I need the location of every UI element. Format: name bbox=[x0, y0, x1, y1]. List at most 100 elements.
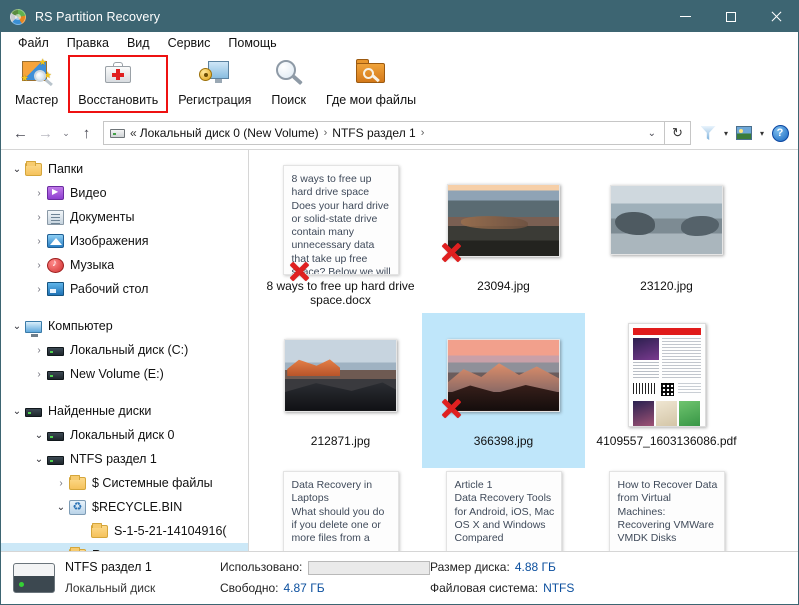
file-item[interactable]: How to Recover Data from Virtual Machine… bbox=[585, 468, 748, 551]
help-button[interactable]: ? bbox=[769, 121, 791, 145]
images-icon bbox=[47, 234, 64, 248]
content-area: ⌄ Папки › Видео › Документы › Изображени… bbox=[1, 149, 798, 551]
chevron-down-icon[interactable]: ⌄ bbox=[9, 406, 25, 417]
filter-button[interactable] bbox=[697, 121, 719, 145]
view-mode-button[interactable] bbox=[733, 121, 755, 145]
wizard-button[interactable]: ★ ★ ★ Мастер bbox=[5, 55, 68, 113]
menu-item-view[interactable]: Вид bbox=[118, 33, 159, 54]
sidebar-item-label: Локальный диск 0 bbox=[70, 428, 175, 442]
chevron-down-icon[interactable]: ⌄ bbox=[53, 502, 69, 513]
where-my-files-button[interactable]: Где мои файлы bbox=[316, 55, 426, 113]
menu-item-file[interactable]: Файл bbox=[9, 33, 58, 54]
menu-item-help[interactable]: Помощь bbox=[219, 33, 285, 54]
maximize-button[interactable] bbox=[708, 1, 753, 32]
chevron-right-icon[interactable]: › bbox=[31, 369, 47, 380]
history-dropdown-button[interactable]: ⌄ bbox=[58, 120, 74, 146]
registration-button[interactable]: Регистрация bbox=[168, 55, 261, 113]
sidebar-item-label: Документы bbox=[70, 210, 135, 224]
up-button[interactable]: ↑ bbox=[74, 120, 99, 146]
sidebar-item-recovery[interactable]: › Recovery bbox=[1, 543, 248, 551]
hdd-icon bbox=[47, 432, 64, 441]
file-item[interactable]: 23120.jpg bbox=[585, 158, 748, 313]
sidebar-item-recycle-bin[interactable]: ⌄ $RECYCLE.BIN bbox=[1, 495, 248, 519]
chevron-right-icon[interactable]: › bbox=[31, 345, 47, 356]
breadcrumb-item-disk[interactable]: Локальный диск 0 (New Volume) bbox=[140, 126, 319, 140]
status-fs-label: Файловая система: bbox=[430, 581, 539, 595]
refresh-button[interactable]: ↻ bbox=[665, 121, 691, 145]
menu-item-service[interactable]: Сервис bbox=[159, 33, 220, 54]
chevron-down-icon[interactable]: ⌄ bbox=[9, 164, 25, 175]
magnifier-icon bbox=[272, 58, 306, 90]
sidebar-item-computer[interactable]: ⌄ Компьютер bbox=[1, 314, 248, 338]
search-button[interactable]: Поиск bbox=[261, 55, 316, 113]
sidebar-item-documents[interactable]: › Документы bbox=[1, 205, 248, 229]
sidebar-item-new-volume-e[interactable]: › New Volume (E:) bbox=[1, 362, 248, 386]
sidebar-item-local-disk-c[interactable]: › Локальный диск (C:) bbox=[1, 338, 248, 362]
sidebar-item-images[interactable]: › Изображения bbox=[1, 229, 248, 253]
close-button[interactable] bbox=[753, 1, 798, 32]
address-dropdown-icon[interactable]: ⌄ bbox=[642, 128, 662, 139]
chevron-right-icon[interactable]: › bbox=[31, 212, 47, 223]
breadcrumb-item-partition[interactable]: NTFS раздел 1 bbox=[332, 126, 415, 140]
status-volume-name: NTFS раздел 1 bbox=[65, 560, 152, 574]
chevron-right-icon[interactable]: › bbox=[31, 188, 47, 199]
file-item[interactable]: 8 ways to free up hard drive space Does … bbox=[259, 158, 422, 313]
file-list-pane[interactable]: 8 ways to free up hard drive space Does … bbox=[249, 150, 798, 551]
sidebar-tree[interactable]: ⌄ Папки › Видео › Документы › Изображени… bbox=[1, 150, 249, 551]
status-size-row: Размер диска: 4.88 ГБ bbox=[430, 557, 670, 578]
usage-progress-bar bbox=[308, 560, 430, 575]
chevron-right-icon[interactable]: › bbox=[53, 478, 69, 489]
sidebar-item-system-files[interactable]: › $ Системные файлы bbox=[1, 471, 248, 495]
sidebar-item-found-disks[interactable]: ⌄ Найденные диски bbox=[1, 399, 248, 423]
status-volume-type: Локальный диск bbox=[65, 581, 156, 595]
file-item[interactable]: 212871.jpg bbox=[259, 313, 422, 468]
menu-item-edit[interactable]: Правка bbox=[58, 33, 118, 54]
view-mode-icon bbox=[736, 126, 752, 140]
file-item[interactable]: Article 1 Data Recovery Tools for Androi… bbox=[422, 468, 585, 551]
app-logo-icon bbox=[10, 8, 26, 25]
minimize-button[interactable] bbox=[663, 1, 708, 32]
status-free-value: 4.87 ГБ bbox=[283, 581, 325, 595]
recover-button[interactable]: Восстановить bbox=[68, 55, 169, 113]
sidebar-item-label: NTFS раздел 1 bbox=[70, 452, 157, 466]
file-item[interactable]: 23094.jpg bbox=[422, 158, 585, 313]
document-preview: How to Recover Data from Virtual Machine… bbox=[608, 471, 725, 551]
sidebar-item-local-disk-0[interactable]: ⌄ Локальный диск 0 bbox=[1, 423, 248, 447]
status-free-label: Свободно: bbox=[220, 581, 279, 595]
sidebar-item-label: $RECYCLE.BIN bbox=[92, 500, 183, 514]
sidebar-item-folders[interactable]: ⌄ Папки bbox=[1, 157, 248, 181]
view-mode-dropdown-button[interactable]: ▾ bbox=[755, 121, 769, 145]
file-item[interactable]: Data Recovery in Laptops What should you… bbox=[259, 468, 422, 551]
file-item-selected[interactable]: 366398.jpg bbox=[422, 313, 585, 468]
forward-button[interactable]: → bbox=[33, 120, 58, 146]
sidebar-item-label: Найденные диски bbox=[48, 404, 152, 418]
search-button-label: Поиск bbox=[271, 93, 307, 107]
address-bar-tools: ▾ ▾ ? bbox=[697, 121, 791, 145]
funnel-icon bbox=[700, 126, 716, 140]
chevron-right-icon[interactable]: › bbox=[31, 284, 47, 295]
back-button[interactable]: ← bbox=[8, 120, 33, 146]
status-used-label: Использовано: bbox=[220, 560, 303, 574]
title-bar: RS Partition Recovery bbox=[1, 1, 798, 32]
filter-dropdown-button[interactable]: ▾ bbox=[719, 121, 733, 145]
sidebar-item-ntfs-partition-1[interactable]: ⌄ NTFS раздел 1 bbox=[1, 447, 248, 471]
file-name: 8 ways to free up hard drive space.docx bbox=[266, 279, 415, 307]
sidebar-item-music[interactable]: › Музыка bbox=[1, 253, 248, 277]
registration-button-label: Регистрация bbox=[178, 93, 252, 107]
file-item[interactable]: 4109557_1603136086.pdf bbox=[585, 313, 748, 468]
chevron-down-icon[interactable]: ⌄ bbox=[31, 430, 47, 441]
chevron-right-icon[interactable]: › bbox=[31, 260, 47, 271]
thumbnail: Article 1 Data Recovery Tools for Androi… bbox=[422, 471, 585, 551]
sidebar-item-sid-folder[interactable]: › S-1-5-21-14104916( bbox=[1, 519, 248, 543]
sidebar-item-desktop[interactable]: › Рабочий стол bbox=[1, 277, 248, 301]
chevron-down-icon[interactable]: ⌄ bbox=[9, 321, 25, 332]
sidebar-item-label: Компьютер bbox=[48, 319, 113, 333]
pdf-preview bbox=[627, 323, 706, 427]
address-field[interactable]: « Локальный диск 0 (New Volume) › NTFS р… bbox=[103, 121, 665, 145]
sidebar-item-video[interactable]: › Видео bbox=[1, 181, 248, 205]
chevron-right-icon[interactable]: › bbox=[31, 236, 47, 247]
breadcrumb-prefix: « bbox=[130, 126, 137, 140]
chevron-down-icon[interactable]: ⌄ bbox=[31, 454, 47, 465]
thumbnail: 8 ways to free up hard drive space Does … bbox=[259, 161, 422, 279]
chevron-placeholder-icon: › bbox=[75, 526, 91, 537]
